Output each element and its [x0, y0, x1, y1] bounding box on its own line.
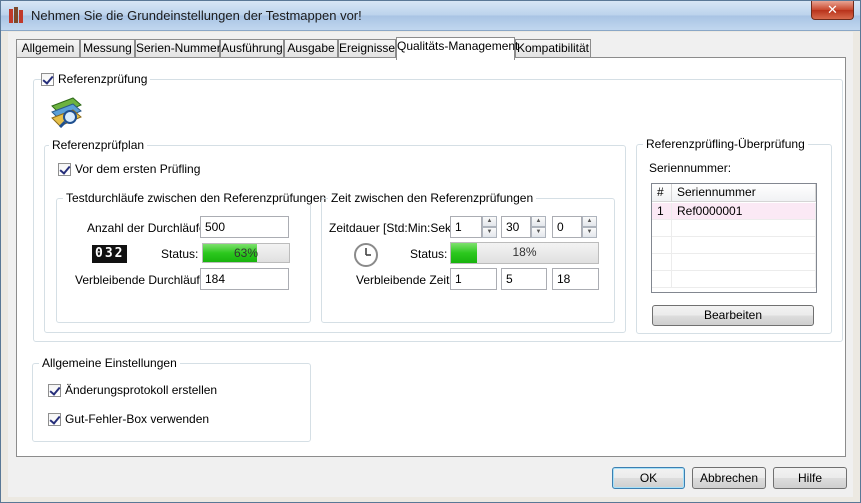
remaining-seconds-input[interactable]: 18 — [552, 268, 599, 290]
edit-button[interactable]: Bearbeiten — [652, 305, 814, 326]
table-row-empty — [652, 220, 672, 237]
referenzpruefung-label: Referenzprüfung — [58, 72, 148, 86]
window-title: Nehmen Sie die Grundeinstellungen der Te… — [31, 8, 362, 23]
remaining-runs-label: Verbleibende Durchläufe: — [75, 273, 210, 287]
table-row-empty — [672, 237, 816, 254]
serial-table[interactable]: # Seriennummer 1 Ref0000001 — [651, 183, 817, 293]
time-status-label: Status: — [410, 247, 448, 261]
minutes-spinner[interactable]: ▲ ▼ — [531, 216, 546, 238]
app-icon — [9, 7, 23, 23]
hours-spinner[interactable]: ▲ ▼ — [482, 216, 497, 238]
table-row-empty — [652, 271, 672, 288]
tab-qualitaets-management[interactable]: Qualitäts-Management — [396, 37, 518, 60]
tab-page-qualitaets-management: Referenzprüfung Referenzprüfplan Vor dem… — [16, 57, 846, 457]
changelog-label: Änderungsprotokoll erstellen — [65, 383, 218, 397]
first-check-checkbox[interactable]: Vor dem ersten Prüfling — [58, 162, 200, 176]
passfail-label: Gut-Fehler-Box verwenden — [65, 412, 210, 426]
minutes-down-icon[interactable]: ▼ — [531, 227, 546, 238]
runs-group-title: Testdurchläufe zwischen den Referenzprüf… — [63, 191, 330, 205]
serial-label: Seriennummer: — [649, 161, 732, 175]
row-1-num[interactable]: 1 — [652, 203, 672, 220]
time-group-title: Zeit zwischen den Referenzprüfungen — [328, 191, 537, 205]
table-row-empty — [652, 237, 672, 254]
close-button[interactable]: ✕ — [811, 1, 854, 20]
table-row-empty — [672, 254, 816, 271]
remaining-minutes-input[interactable]: 5 — [501, 268, 547, 290]
tab-kompatibilitaet[interactable]: Kompatibilität — [515, 39, 591, 58]
passfail-checkbox[interactable]: Gut-Fehler-Box verwenden — [48, 412, 209, 426]
changelog-checkbox-box[interactable] — [48, 383, 61, 397]
tab-messung[interactable]: Messung — [80, 39, 135, 58]
hours-down-icon[interactable]: ▼ — [482, 227, 497, 238]
seconds-up-icon[interactable]: ▲ — [582, 216, 597, 227]
seconds-spinner[interactable]: ▲ ▼ — [582, 216, 597, 238]
time-progress-bar: 18% — [450, 242, 599, 264]
hours-input[interactable]: 1 — [450, 216, 482, 238]
ok-button[interactable]: OK — [612, 467, 685, 489]
run-counter-display: 032 — [92, 245, 128, 263]
minutes-up-icon[interactable]: ▲ — [531, 216, 546, 227]
first-check-checkbox-box[interactable] — [58, 162, 71, 176]
runs-group: Testdurchläufe zwischen den Referenzprüf… — [56, 191, 330, 323]
tab-serien-nummer[interactable]: Serien-Nummer — [135, 39, 221, 58]
run-progress-bar: 63% — [202, 243, 290, 263]
referenzpruefung-checkbox[interactable]: Referenzprüfung — [41, 72, 151, 86]
dialog-client: Allgemein Messung Serien-Nummer Ausführu… — [8, 32, 853, 497]
row-1-serial[interactable]: Ref0000001 — [672, 203, 816, 220]
run-status-label: Status: — [161, 247, 199, 261]
cancel-button[interactable]: Abbrechen — [692, 467, 766, 489]
time-progress-text: 18% — [512, 245, 537, 259]
time-group: Zeit zwischen den Referenzprüfungen Zeit… — [321, 191, 615, 323]
column-header-serial[interactable]: Seriennummer — [672, 184, 816, 202]
review-group: Referenzprüfling-Überprüfung Seriennumme… — [636, 137, 832, 334]
run-progress-text: 63% — [233, 246, 259, 260]
table-row-empty — [672, 271, 816, 288]
tab-allgemein[interactable]: Allgemein — [16, 39, 80, 58]
dialog-window: Nehmen Sie die Grundeinstellungen der Te… — [0, 0, 861, 503]
table-row-empty — [672, 220, 816, 237]
table-row-empty — [652, 254, 672, 271]
run-count-input[interactable]: 500 — [200, 216, 289, 238]
changelog-checkbox[interactable]: Änderungsprotokoll erstellen — [48, 383, 217, 397]
passfail-checkbox-box[interactable] — [48, 412, 61, 426]
referenzpruefplan-title: Referenzprüfplan — [49, 138, 148, 152]
tab-ausgabe[interactable]: Ausgabe — [284, 39, 338, 58]
hours-up-icon[interactable]: ▲ — [482, 216, 497, 227]
tab-ereignisse[interactable]: Ereignisse — [338, 39, 396, 58]
remaining-hours-input[interactable]: 1 — [450, 268, 497, 290]
clock-icon — [354, 243, 378, 267]
first-check-label: Vor dem ersten Prüfling — [75, 162, 201, 176]
remaining-runs-input[interactable]: 184 — [200, 268, 289, 290]
seconds-input[interactable]: 0 — [552, 216, 582, 238]
tab-ausfuehrung[interactable]: Ausführung — [220, 39, 284, 58]
title-bar[interactable]: Nehmen Sie die Grundeinstellungen der Te… — [1, 1, 860, 31]
column-header-num[interactable]: # — [652, 184, 672, 202]
referenzpruefplan-group: Referenzprüfplan Vor dem ersten Prüfling… — [44, 138, 626, 333]
help-button[interactable]: Hilfe — [773, 467, 847, 489]
seconds-down-icon[interactable]: ▼ — [582, 227, 597, 238]
general-settings-group: Allgemeine Einstellungen Änderungsprotok… — [32, 356, 311, 442]
duration-label: Zeitdauer [Std:Min:Sek]: — [329, 221, 458, 235]
reference-test-icon — [51, 97, 82, 128]
minutes-input[interactable]: 30 — [501, 216, 531, 238]
general-settings-title: Allgemeine Einstellungen — [39, 356, 180, 370]
run-count-label: Anzahl der Durchläufe: — [87, 221, 210, 235]
referenzpruefung-checkbox-box[interactable] — [41, 72, 54, 86]
review-group-title: Referenzprüfling-Überprüfung — [643, 137, 808, 151]
remaining-time-label: Verbleibende Zeit: — [356, 273, 453, 287]
